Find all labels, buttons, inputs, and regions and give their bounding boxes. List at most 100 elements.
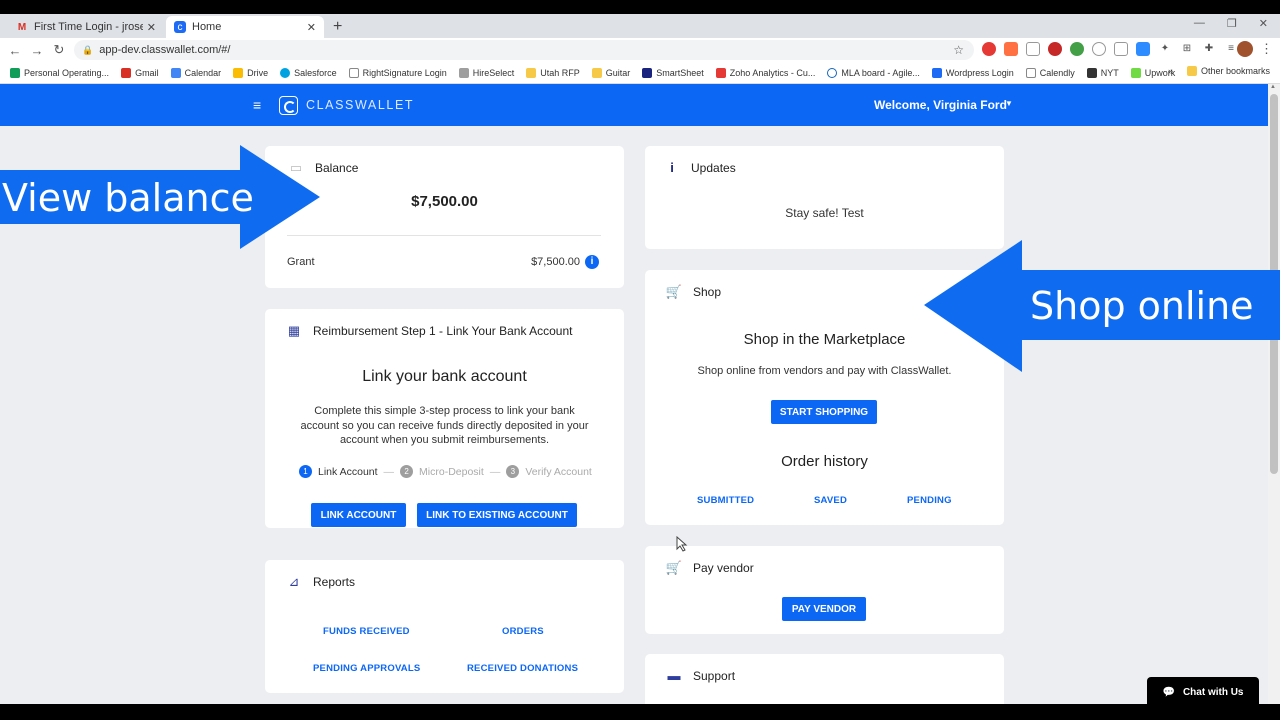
bookmark-item[interactable]: MLA board - Agile... xyxy=(827,67,920,78)
extension-icon[interactable] xyxy=(1026,42,1040,56)
scroll-up-icon[interactable]: ▲ xyxy=(1270,84,1276,90)
zoom-icon[interactable] xyxy=(1136,42,1150,56)
mouse-cursor-icon xyxy=(676,536,688,552)
gmail-icon: M xyxy=(17,21,27,33)
tab-title: First Time Login - jrosenberg@c xyxy=(34,21,143,33)
bookmark-item[interactable]: SmartSheet xyxy=(642,67,704,78)
folder-icon xyxy=(1186,66,1197,76)
forward-icon[interactable]: → xyxy=(26,43,48,58)
bookmark-item[interactable]: Calendly xyxy=(1025,67,1075,78)
user-menu[interactable]: Welcome, Virginia Ford xyxy=(874,98,1007,112)
puzzle-icon[interactable]: ✚ xyxy=(1202,42,1216,56)
info-icon[interactable]: i xyxy=(585,255,599,269)
page-scrollbar[interactable]: ▲ xyxy=(1268,84,1280,704)
step-label: Link Account xyxy=(318,465,378,478)
other-bookmarks[interactable]: Other bookmarks xyxy=(1201,66,1270,76)
wallet-icon: ▭ xyxy=(289,160,303,175)
pay-vendor-button[interactable]: PAY VENDOR xyxy=(782,597,866,621)
back-icon[interactable]: ← xyxy=(4,43,26,58)
card-description: Shop online from vendors and pay with Cl… xyxy=(697,365,952,377)
bookmark-item[interactable]: Drive xyxy=(233,67,268,78)
chat-with-us-button[interactable]: 💬 Chat with Us xyxy=(1147,677,1259,707)
saved-link[interactable]: SAVED xyxy=(814,495,847,506)
tab-gmail[interactable]: M First Time Login - jrosenberg@c ✕ xyxy=(8,16,164,38)
bookmark-item[interactable]: HireSelect xyxy=(458,67,514,78)
close-icon[interactable]: ✕ xyxy=(307,21,316,34)
balance-card: ▭ Balance $7,500.00 Grant $7,500.00 i xyxy=(265,146,624,288)
step-separator: — xyxy=(383,465,395,478)
bookmark-item[interactable]: RightSignature Login xyxy=(348,67,447,78)
bookmark-item[interactable]: Calendar xyxy=(170,67,221,78)
bookmark-item[interactable]: Guitar xyxy=(591,67,630,78)
step-number: 3 xyxy=(506,465,520,478)
shop-online-label: Shop online xyxy=(1030,284,1254,328)
step-number: 2 xyxy=(400,465,414,478)
step-label: Verify Account xyxy=(525,465,592,478)
address-bar[interactable]: 🔒 app-dev.classwallet.com/#/ ☆ xyxy=(74,40,974,60)
support-card: ▬ Support xyxy=(645,654,1004,704)
bookmark-icon xyxy=(121,67,132,78)
pending-approvals-link[interactable]: PENDING APPROVALS xyxy=(313,663,420,674)
classwallet-logo-icon xyxy=(279,96,298,115)
orders-link[interactable]: ORDERS xyxy=(502,626,544,637)
new-tab-icon[interactable]: + xyxy=(333,18,342,36)
extension-icon[interactable] xyxy=(1004,42,1018,56)
profile-avatar[interactable] xyxy=(1237,41,1253,57)
chat-label: Chat with Us xyxy=(1182,686,1244,698)
cart-icon: 🛒 xyxy=(665,560,683,575)
bookmark-icon xyxy=(931,67,942,78)
menu-icon[interactable]: ⋮ xyxy=(1260,41,1273,57)
received-donations-link[interactable]: RECEIVED DONATIONS xyxy=(467,663,578,674)
reload-icon[interactable]: ↻ xyxy=(48,42,70,58)
view-balance-label: View balance xyxy=(2,176,254,220)
link-existing-account-button[interactable]: LINK TO EXISTING ACCOUNT xyxy=(417,503,577,527)
bookmark-item[interactable]: NYT xyxy=(1086,67,1119,78)
cart-icon: 🛒 xyxy=(665,284,683,299)
reading-list-icon[interactable]: ≡ xyxy=(1224,42,1238,56)
grid-icon[interactable]: ⊞ xyxy=(1180,42,1194,56)
card-header: ⊿ Reports xyxy=(285,574,355,590)
tab-title: Home xyxy=(192,21,222,33)
minimize-icon[interactable]: — xyxy=(1194,17,1205,30)
taskbar-strip xyxy=(0,704,1280,720)
bookmark-item[interactable]: Personal Operating... xyxy=(10,67,109,78)
bookmark-icon xyxy=(1130,67,1141,78)
more-bookmarks-icon[interactable]: » xyxy=(1168,66,1173,76)
pending-link[interactable]: PENDING xyxy=(907,495,952,506)
card-header: ▬ Support xyxy=(665,668,736,683)
card-heading: Shop in the Marketplace xyxy=(743,331,906,348)
restore-icon[interactable]: ❐ xyxy=(1227,17,1237,30)
start-shopping-button[interactable]: START SHOPPING xyxy=(771,400,877,424)
dropbox-icon[interactable]: ✦ xyxy=(1158,42,1172,56)
card-title: Shop xyxy=(693,285,722,299)
card-title: Reports xyxy=(313,575,356,589)
link-account-button[interactable]: LINK ACCOUNT xyxy=(311,503,406,527)
bookmark-item[interactable]: Zoho Analytics - Cu... xyxy=(715,67,815,78)
close-icon[interactable]: ✕ xyxy=(147,21,156,34)
close-window-icon[interactable]: ✕ xyxy=(1259,17,1268,30)
bookmark-item[interactable]: Wordpress Login xyxy=(931,67,1014,78)
app-header: ≡ CLASSWALLET Welcome, Virginia Ford ▼ xyxy=(0,84,1268,126)
submitted-link[interactable]: SUBMITTED xyxy=(697,495,754,506)
bookmark-item[interactable]: Salesforce xyxy=(280,67,337,78)
extension-icon[interactable] xyxy=(982,42,996,56)
extension-icon[interactable] xyxy=(1092,42,1106,56)
scroll-thumb[interactable] xyxy=(1270,94,1278,474)
updates-card: i Updates Stay safe! Test xyxy=(645,146,1004,249)
tab-home[interactable]: c Home ✕ xyxy=(166,16,324,38)
hamburger-menu-icon[interactable]: ≡ xyxy=(253,97,261,113)
extension-icon[interactable] xyxy=(1070,42,1084,56)
bookmark-item[interactable]: Utah RFP xyxy=(526,67,580,78)
tab-bar: M First Time Login - jrosenberg@c ✕ c Ho… xyxy=(0,14,1280,38)
caret-down-icon[interactable]: ▼ xyxy=(1005,99,1013,108)
extension-icon[interactable] xyxy=(1048,42,1062,56)
extension-icon[interactable] xyxy=(1114,42,1128,56)
bookmark-star-icon[interactable]: ☆ xyxy=(953,43,964,57)
reports-card: ⊿ Reports FUNDS RECEIVED ORDERS PENDING … xyxy=(265,560,624,693)
info-icon: i xyxy=(670,160,674,175)
brand-name: CLASSWALLET xyxy=(306,98,415,112)
folder-icon xyxy=(526,67,537,78)
funds-received-link[interactable]: FUNDS RECEIVED xyxy=(323,626,410,637)
bookmarks-bar: Personal Operating... Gmail Calendar Dri… xyxy=(0,62,1280,84)
bookmark-item[interactable]: Gmail xyxy=(121,67,159,78)
